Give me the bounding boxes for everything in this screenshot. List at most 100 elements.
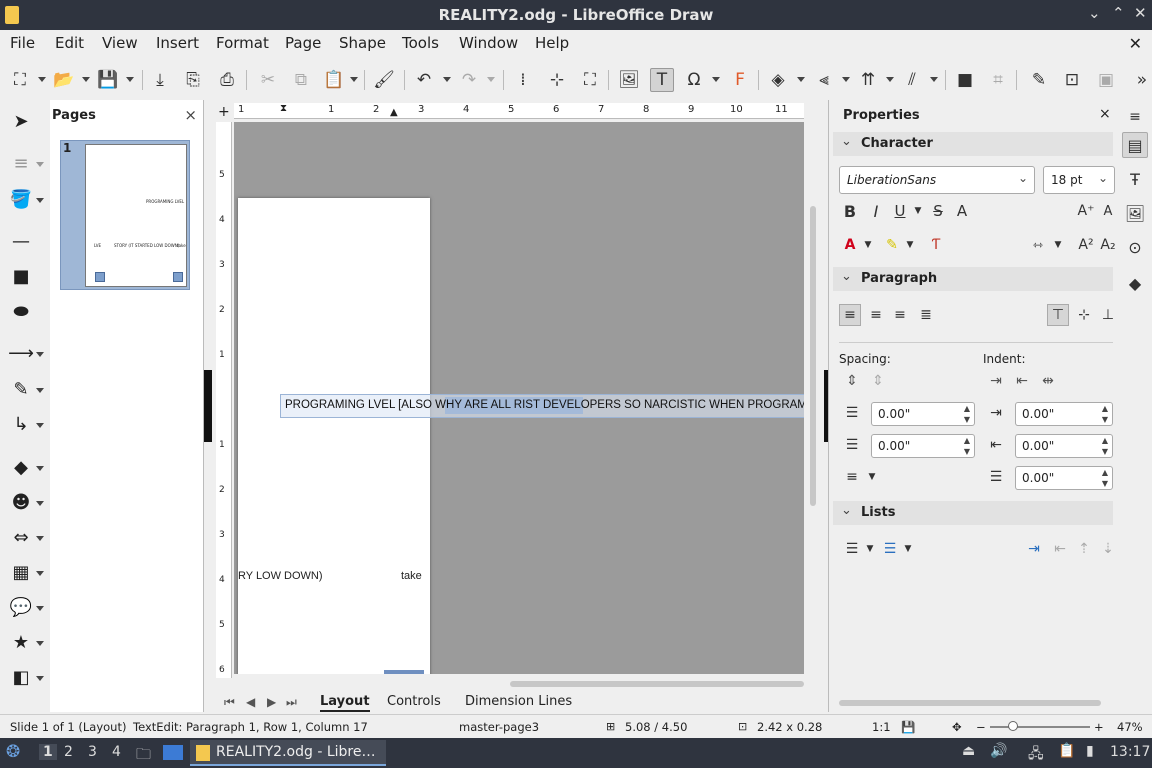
lists-section-header[interactable]: ⌄ Lists [833, 501, 1113, 525]
open-dropdown[interactable] [82, 77, 90, 82]
taskbar-task-libreoffice[interactable]: REALITY2.odg - Libre… [190, 740, 386, 766]
select-icon[interactable]: ➤ [8, 108, 34, 134]
menu-page[interactable]: Page [285, 34, 321, 52]
scale-status[interactable]: 1:1 [872, 720, 891, 734]
workspace-4[interactable]: 4 [112, 744, 121, 760]
spin-down-icon[interactable]: ▼ [1102, 479, 1108, 488]
horizontal-scrollbar[interactable] [220, 680, 804, 688]
special-character-icon[interactable]: Ω [682, 68, 706, 92]
curve-icon[interactable]: ✎ [8, 376, 34, 402]
text-fragment-left[interactable]: RY LOW DOWN) [238, 570, 323, 582]
grid-icon[interactable]: ⁞ [511, 68, 535, 92]
export-icon[interactable]: ⤓ [148, 68, 172, 92]
network-icon[interactable]: 🖧 [1028, 743, 1044, 767]
vertical-ruler[interactable]: 5 4 3 2 1 1 2 3 4 5 6 [216, 122, 232, 678]
vertical-scrollbar[interactable] [808, 106, 818, 674]
underline-dropdown[interactable]: ▼ [907, 200, 929, 222]
stars-dropdown[interactable] [36, 641, 44, 646]
decrease-spacing-icon[interactable]: ⇕ [867, 370, 889, 392]
connectors-dropdown[interactable] [36, 423, 44, 428]
connector-icon[interactable]: ↳ [8, 411, 34, 437]
flowchart-icon[interactable]: ▦ [8, 559, 34, 585]
points-icon[interactable]: ✎ [1027, 68, 1051, 92]
stars-icon[interactable]: ★ [8, 629, 34, 655]
symbol-shapes-icon[interactable]: ☻ [8, 489, 34, 515]
tray-upload-icon[interactable]: ⏏ [962, 743, 975, 759]
character-spacing-icon[interactable]: ⇿ [1027, 234, 1049, 256]
workspace-3[interactable]: 3 [88, 744, 97, 760]
cut-icon[interactable]: ✂ [256, 68, 280, 92]
insert-image-icon[interactable]: 🖼 [617, 68, 641, 92]
fit-page-icon[interactable]: ✥ [952, 720, 962, 734]
next-tab-icon[interactable]: ▶ [267, 695, 276, 709]
file-manager-icon[interactable]: 🗀 [136, 744, 151, 768]
align-top-icon[interactable]: ⊤ [1047, 304, 1069, 326]
arrange-icon[interactable]: ⇈ [856, 68, 880, 92]
italic-icon[interactable]: I [865, 200, 887, 222]
page-thumbnail-selected[interactable]: 1 PROGRAMING LVEL LVE STORY (IT STARTED … [60, 140, 190, 290]
minimize-button[interactable]: ⌄ [1088, 4, 1101, 22]
spin-up-icon[interactable]: ▲ [964, 404, 970, 413]
curves-dropdown[interactable] [36, 388, 44, 393]
character-spacing-dropdown[interactable]: ▼ [1047, 234, 1069, 256]
line-tool-icon[interactable]: — [8, 228, 34, 254]
undo-icon[interactable]: ↶ [412, 68, 436, 92]
3d-objects-icon[interactable]: ◧ [8, 664, 34, 690]
battery-icon[interactable]: ▮ [1086, 743, 1094, 759]
page-thumbnail[interactable]: PROGRAMING LVEL LVE STORY (IT STARTED LO… [85, 144, 187, 287]
document-modified-icon[interactable]: 💾 [901, 720, 915, 734]
navigator-deck-icon[interactable]: ⊙ [1122, 234, 1148, 260]
callouts-dropdown[interactable] [36, 606, 44, 611]
line-color-icon[interactable]: ≡ [8, 150, 34, 176]
transformations-dropdown[interactable] [797, 77, 805, 82]
spin-up-icon[interactable]: ▲ [1102, 436, 1108, 445]
basic-shapes-dropdown[interactable] [36, 466, 44, 471]
text-edit-frame[interactable]: PROGRAMING LVEL [ALSO WHY ARE ALL RIST D… [280, 394, 804, 418]
clear-formatting-icon[interactable]: Ƭ [925, 234, 947, 256]
fontwork-icon[interactable]: F [728, 68, 752, 92]
indent-marker-icon[interactable]: ⧗ [280, 103, 287, 114]
font-name-combo[interactable]: LiberationSans ⌄ [839, 166, 1035, 194]
zoom-in-icon[interactable]: + [1094, 720, 1104, 734]
ordered-list-dropdown[interactable]: ▼ [897, 538, 919, 560]
print-icon[interactable]: ⎙ [215, 68, 239, 92]
list-indent-icon[interactable]: ⇥ [1023, 538, 1045, 560]
shadow-icon[interactable]: ■ [953, 68, 977, 92]
line-arrow-icon[interactable]: ⟶ [8, 340, 34, 366]
desktop-icon[interactable] [163, 745, 183, 760]
prev-tab-icon[interactable]: ◀ [246, 695, 255, 709]
drawing-canvas[interactable]: RY LOW DOWN) take PROGRAMING LVEL [ALSO … [234, 122, 804, 674]
paragraph-section-header[interactable]: ⌄ Paragraph [833, 267, 1113, 291]
glue-points-icon[interactable]: ⊡ [1060, 68, 1084, 92]
horizontal-scroll-thumb[interactable] [510, 681, 804, 687]
crop-icon[interactable]: ⌗ [986, 68, 1010, 92]
list-move-up-icon[interactable]: ⇡ [1073, 538, 1095, 560]
align-right-icon[interactable]: ≡ [889, 304, 911, 326]
paste-icon[interactable]: 📋 [322, 68, 346, 92]
paste-dropdown[interactable] [350, 77, 358, 82]
arrange-dropdown[interactable] [886, 77, 894, 82]
zoom-level[interactable]: 47% [1117, 720, 1143, 734]
ellipse-icon[interactable]: ⬬ [8, 298, 34, 324]
zoom-dropdown[interactable] [38, 77, 46, 82]
shapes-deck-icon[interactable]: ◆ [1122, 270, 1148, 296]
increase-spacing-icon[interactable]: ⇕ [841, 370, 863, 392]
transformations-icon[interactable]: ◈ [766, 68, 790, 92]
pages-panel-close-button[interactable]: × [184, 106, 197, 124]
zoom-out-icon[interactable]: − [976, 720, 986, 734]
fill-color-icon[interactable]: 🪣 [8, 186, 34, 212]
helplines-icon[interactable]: ⊹ [545, 68, 569, 92]
font-color-dropdown[interactable]: ▼ [857, 234, 879, 256]
below-spacing-field[interactable]: 0.00" ▲ ▼ [871, 434, 975, 458]
export-pdf-icon[interactable]: ⎘ [181, 68, 205, 92]
properties-deck-icon[interactable]: ▤ [1122, 132, 1148, 158]
zoom-page-icon[interactable]: ⛶ [578, 68, 602, 92]
zoom-slider[interactable] [990, 726, 1090, 728]
zoom-slider-handle[interactable] [1008, 721, 1018, 731]
more-toolbar-icon[interactable]: » [1130, 68, 1152, 92]
ruler-origin-icon[interactable]: + [218, 104, 230, 120]
menu-insert[interactable]: Insert [156, 34, 199, 52]
line-spacing-icon[interactable]: ≡ [841, 466, 863, 488]
basic-shapes-icon[interactable]: ◆ [8, 454, 34, 480]
decrease-indent-icon[interactable]: ⇤ [1011, 370, 1033, 392]
